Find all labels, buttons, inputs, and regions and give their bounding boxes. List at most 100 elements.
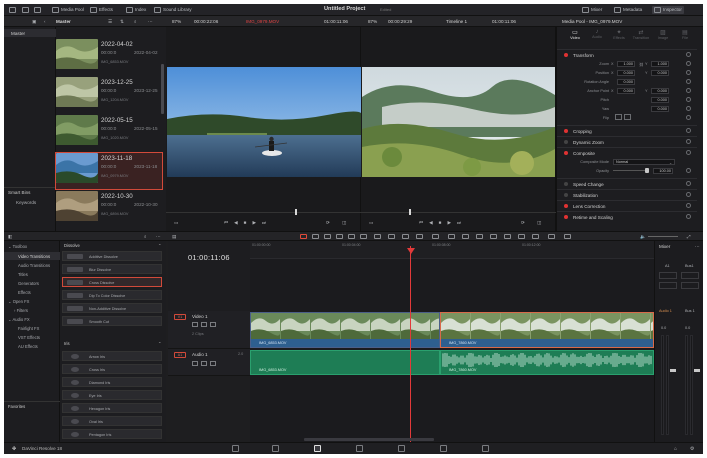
video-clip-1[interactable]: IMG_6853.MOV [250, 312, 440, 348]
timeline-tool-icon[interactable] [374, 234, 381, 239]
timeline-name[interactable]: Timeline 1 [446, 19, 467, 24]
composite-reset-icon[interactable] [686, 150, 691, 155]
timeline-tool-icon[interactable] [416, 234, 423, 239]
mark-in-icon[interactable]: ◫ [342, 220, 346, 226]
flip-vertical-icon[interactable] [624, 114, 631, 120]
composite-enable-icon[interactable] [564, 151, 568, 155]
rotation-reset-icon[interactable] [686, 79, 691, 84]
cropping-section[interactable]: Cropping [557, 125, 697, 135]
list-view-icon[interactable]: ☰ [108, 19, 112, 25]
effects-more-icon[interactable]: ⋯ [156, 234, 161, 240]
timeline-tool-icon[interactable] [564, 234, 571, 239]
link-icon[interactable]: ⛓ [639, 62, 644, 67]
dynamic-zoom-enable-icon[interactable] [564, 140, 568, 144]
retime-scaling-enable-icon[interactable] [564, 215, 568, 219]
playhead-handle[interactable] [407, 248, 415, 254]
more-icon[interactable]: ⋯ [148, 19, 153, 25]
audio-clip-1[interactable]: IMG_6853.MOV [250, 350, 440, 375]
retime-scaling-section[interactable]: Retime and Scaling [557, 211, 697, 221]
page-tab-icon[interactable] [482, 444, 489, 452]
au-effects-node[interactable]: AU Effects [18, 344, 38, 349]
timeline-tool-icon[interactable] [490, 234, 497, 239]
toolbox-node[interactable]: ⌄ Toolbox [8, 244, 27, 249]
flip-reset-icon[interactable] [686, 115, 691, 120]
timeline-tool-icon[interactable] [300, 234, 307, 239]
mixer-input-a1[interactable] [659, 272, 677, 279]
mute-icon[interactable] [210, 361, 216, 366]
search-icon[interactable]: ⌕ [134, 19, 137, 24]
media-pool-clip[interactable]: 2023-12-25 00:00:0 2023-12-25 IMG_1204.MOV [56, 77, 162, 113]
dynamic-zoom-section[interactable]: Dynamic Zoom [557, 136, 697, 146]
open-fx-node[interactable]: ⌄ Open FX [8, 299, 29, 304]
timeline-tool-icon[interactable] [388, 234, 395, 239]
opacity-reset-icon[interactable] [686, 168, 691, 173]
timeline-tool-icon[interactable] [448, 234, 455, 239]
loop-icon[interactable]: ⟳ [326, 220, 330, 226]
opacity-slider-handle[interactable] [645, 168, 649, 173]
effects-search-icon[interactable]: ⌕ [144, 234, 147, 239]
iris-item[interactable]: Cross Iris [62, 364, 162, 374]
page-tab-icon[interactable] [232, 444, 239, 452]
iris-item[interactable]: Diamond Iris [62, 377, 162, 387]
timeline-playhead[interactable] [410, 246, 411, 442]
page-tab-icon[interactable] [272, 444, 279, 452]
mixer-eq-a1[interactable] [659, 282, 677, 289]
stabilization-enable-icon[interactable] [564, 193, 568, 197]
speed-change-enable-icon[interactable] [564, 182, 568, 186]
composite-section[interactable]: Composite [557, 147, 697, 157]
composite-mode-select[interactable]: Normal [613, 159, 675, 165]
zoom-y-field[interactable]: 1.000 [651, 61, 669, 67]
flip-horizontal-icon[interactable] [615, 114, 622, 120]
pitch-reset-icon[interactable] [686, 97, 691, 102]
video-track-badge[interactable]: V1 [174, 314, 186, 320]
lens-correction-enable-icon[interactable] [564, 204, 568, 208]
effects-node[interactable]: Effects [18, 290, 31, 295]
lens-correction-section[interactable]: Lens Correction [557, 200, 697, 210]
home-icon[interactable]: ⌂ [674, 446, 677, 452]
timeline-scrubber[interactable] [361, 212, 556, 213]
yaw-reset-icon[interactable] [686, 106, 691, 111]
media-pool-button[interactable]: Media Pool [52, 7, 84, 13]
auto-track-icon[interactable] [201, 322, 207, 327]
timeline-ruler[interactable]: 01:00:00:00 01:00:04:00 01:00:08:00 01:00:1… [250, 241, 654, 259]
source-playhead[interactable] [295, 209, 297, 215]
timeline-tool-icon[interactable] [518, 234, 525, 239]
lens-correction-reset-icon[interactable] [686, 203, 691, 208]
audio-track-name[interactable]: Audio 1 [192, 352, 208, 357]
mixer-input-bus[interactable] [681, 272, 699, 279]
zoom-reset-icon[interactable] [686, 61, 691, 66]
source-scrubber[interactable] [166, 212, 361, 213]
solo-icon[interactable] [201, 361, 207, 366]
timeline-tool-icon[interactable] [312, 234, 319, 239]
inspector-tab-audio[interactable]: ♪ Audio [587, 29, 607, 45]
iris-item[interactable]: Hexagon Iris [62, 403, 162, 413]
position-x-field[interactable]: 0.000 [617, 70, 635, 76]
iris-collapse-icon[interactable]: ⌃ [158, 341, 162, 346]
timeline-viewer-options-icon[interactable]: ▭ [369, 220, 373, 226]
eye-icon[interactable] [210, 322, 216, 327]
retime-scaling-reset-icon[interactable] [686, 214, 691, 219]
speed-change-reset-icon[interactable] [686, 181, 691, 186]
filters-node[interactable]: › Filters [14, 308, 28, 313]
audio-fx-node[interactable]: ⌄ Audio FX [8, 317, 30, 322]
titles-node[interactable]: Titles [18, 272, 28, 277]
video-clip-2[interactable]: IMG_7860.MOV [440, 312, 654, 348]
source-transport-controls[interactable]: ⏮◀■▶⏭ [224, 220, 272, 226]
keywords-bin[interactable]: Keywords [16, 200, 36, 205]
page-tab-icon[interactable] [440, 444, 447, 452]
metadata-button[interactable]: Metadata [614, 7, 642, 13]
right-zoom[interactable]: 87% [368, 19, 377, 24]
timeline-tool-icon[interactable] [402, 234, 409, 239]
media-pool-clip[interactable]: 2023-11-18 00:00:0 2023-11-18 IMG_0979.MOV [55, 152, 163, 190]
clip-thumbnail[interactable] [56, 153, 98, 183]
layout-icon[interactable] [22, 7, 31, 13]
inspector-tab-image[interactable]: ▨ Image [653, 29, 673, 45]
page-tab-icon[interactable] [398, 444, 405, 452]
timeline-tool-icon[interactable] [462, 234, 469, 239]
mixer-fader-2[interactable] [694, 369, 700, 372]
fairlight-fx-node[interactable]: Fairlight FX [18, 326, 39, 331]
index-button[interactable]: Index [126, 7, 146, 13]
stabilization-reset-icon[interactable] [686, 192, 691, 197]
timeline-tool-icon[interactable] [476, 234, 483, 239]
transition-item[interactable]: Additive Dissolve [62, 251, 162, 261]
